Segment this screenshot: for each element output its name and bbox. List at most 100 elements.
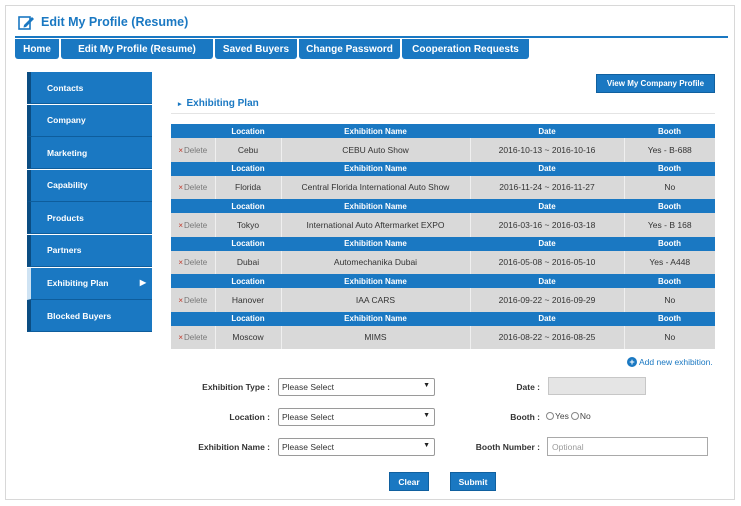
column-header-blank: [171, 161, 215, 176]
delete-label: Delete: [184, 145, 208, 155]
clear-button[interactable]: Clear: [389, 472, 429, 491]
delete-cell: ×Delete: [171, 175, 216, 199]
location-label: Location :: [229, 412, 270, 422]
sidebar-item-capability[interactable]: Capability: [27, 169, 152, 202]
delete-button[interactable]: ×Delete: [178, 296, 207, 305]
caret-down-icon: ▼: [423, 412, 430, 419]
table-row: ×Delete Florida Central Florida Internatio…: [171, 175, 715, 199]
date-field[interactable]: [548, 377, 646, 395]
cell-booth: No: [624, 288, 715, 312]
plus-circle-icon: +: [627, 357, 637, 367]
table-header-row: Location Exhibition Name Date Booth: [171, 236, 715, 251]
page-header: Edit My Profile (Resume): [18, 12, 188, 32]
sidebar-item-contacts[interactable]: Contacts: [27, 72, 152, 104]
column-header-exhibition: Exhibition Name: [281, 274, 470, 288]
delete-label: Delete: [184, 258, 208, 268]
delete-button[interactable]: ×Delete: [178, 333, 207, 342]
column-header-date: Date: [470, 161, 624, 176]
column-header-location: Location: [215, 236, 281, 251]
booth-no-label: No: [579, 411, 591, 421]
column-header-location: Location: [215, 311, 281, 326]
booth-no-radio[interactable]: [570, 412, 579, 420]
table-header-row: Location Exhibition Name Date Booth: [171, 161, 715, 176]
column-header-location: Location: [215, 274, 281, 288]
page-title: Edit My Profile (Resume): [41, 15, 189, 29]
cell-date: 2016-11-24 ~ 2016-11-27: [470, 175, 625, 199]
cell-date: 2016-03-16 ~ 2016-03-18: [470, 213, 625, 237]
sidebar-item-exhibiting-plan[interactable]: Exhibiting Plan ▶: [27, 267, 152, 300]
table-header-row: Location Exhibition Name Date Booth: [171, 199, 715, 213]
sidebar-item-label: Exhibiting Plan: [47, 278, 109, 289]
delete-button[interactable]: ×Delete: [178, 146, 207, 155]
sidebar-item-products[interactable]: Products: [27, 202, 152, 235]
exhibition-table: Location Exhibition Name Date Booth ×Delete C…: [171, 124, 715, 349]
delete-button[interactable]: ×Delete: [178, 258, 207, 267]
column-header-location: Location: [215, 161, 281, 176]
delete-label: Delete: [184, 220, 208, 230]
select-value: Please Select: [282, 382, 334, 392]
close-icon: ×: [178, 258, 184, 268]
delete-cell: ×Delete: [171, 213, 216, 237]
delete-button[interactable]: ×Delete: [178, 221, 207, 230]
column-header-blank: [171, 124, 215, 138]
tab-home[interactable]: Home: [15, 39, 59, 59]
cell-exhibition: MIMS: [281, 325, 471, 349]
divider: [171, 113, 715, 114]
sidebar-item-label: Partners: [47, 245, 82, 256]
table-row: ×Delete Dubai Automechanika Dubai 2016-05-0…: [171, 250, 715, 274]
close-icon: ×: [178, 145, 184, 155]
delete-cell: ×Delete: [171, 288, 216, 312]
tab-change-password[interactable]: Change Password: [299, 39, 400, 59]
exhibition-name-select[interactable]: Please Select ▼: [278, 438, 435, 456]
exhibition-type-select[interactable]: Please Select ▼: [278, 378, 435, 396]
delete-button[interactable]: ×Delete: [178, 183, 207, 192]
cell-exhibition: Central Florida International Auto Show: [281, 175, 471, 199]
cell-booth: No: [624, 175, 715, 199]
exhibition-name-label: Exhibition Name :: [198, 442, 270, 452]
booth-number-input[interactable]: Optional: [547, 437, 708, 456]
sidebar-item-blocked-buyers[interactable]: Blocked Buyers: [27, 300, 152, 333]
table-row: ×Delete Tokyo International Auto Aftermark…: [171, 213, 715, 237]
sidebar-item-label: Capability: [47, 180, 88, 191]
cell-booth: No: [624, 325, 715, 349]
booth-yes-label: Yes: [555, 411, 569, 421]
triangle-icon: ▸: [178, 100, 182, 108]
delete-label: Delete: [184, 333, 208, 343]
column-header-location: Location: [215, 199, 281, 213]
tab-saved-buyers[interactable]: Saved Buyers: [215, 39, 297, 59]
table-header-row: Location Exhibition Name Date Booth: [171, 311, 715, 326]
sidebar-item-company[interactable]: Company: [27, 104, 152, 137]
table-row: ×Delete Hanover IAA CARS 2016-09-22 ~ 2016-…: [171, 288, 715, 312]
view-company-profile-button[interactable]: View My Company Profile: [596, 74, 715, 93]
tab-edit-my-profile[interactable]: Edit My Profile (Resume): [61, 39, 213, 59]
cell-date: 2016-09-22 ~ 2016-09-29: [470, 288, 625, 312]
table-row: ×Delete Moscow MIMS 2016-08-22 ~ 2016-08-25…: [171, 325, 715, 349]
sidebar-item-label: Products: [47, 212, 84, 223]
top-navigation: Home Edit My Profile (Resume) Saved Buye…: [15, 36, 728, 59]
cell-booth: Yes - B-688: [624, 138, 715, 162]
cell-exhibition: IAA CARS: [281, 288, 471, 312]
close-icon: ×: [178, 183, 184, 193]
delete-cell: ×Delete: [171, 250, 216, 274]
tab-cooperation-requests[interactable]: Cooperation Requests: [402, 39, 529, 59]
add-exhibition-link[interactable]: + Add new exhibition.: [627, 357, 713, 367]
table-header-row: Location Exhibition Name Date Booth: [171, 274, 715, 288]
delete-cell: ×Delete: [171, 138, 216, 162]
column-header-date: Date: [470, 311, 624, 326]
sidebar-item-marketing[interactable]: Marketing: [27, 137, 152, 170]
column-header-booth: Booth: [624, 274, 715, 288]
column-header-exhibition: Exhibition Name: [281, 311, 470, 326]
cell-booth: Yes - B 168: [624, 213, 715, 237]
location-select[interactable]: Please Select ▼: [278, 408, 435, 426]
delete-label: Delete: [184, 295, 208, 305]
booth-yes-radio[interactable]: [546, 412, 554, 420]
booth-radio-group: Yes No: [546, 411, 591, 421]
column-header-exhibition: Exhibition Name: [281, 199, 470, 213]
cell-date: 2016-10-13 ~ 2016-10-16: [470, 138, 625, 162]
table-header-row: Location Exhibition Name Date Booth: [171, 124, 715, 138]
sidebar-item-partners[interactable]: Partners: [27, 234, 152, 267]
submit-button[interactable]: Submit: [450, 472, 496, 491]
arrow-right-icon: ▶: [139, 277, 146, 287]
column-header-booth: Booth: [624, 124, 715, 138]
cell-location: Dubai: [215, 250, 282, 274]
